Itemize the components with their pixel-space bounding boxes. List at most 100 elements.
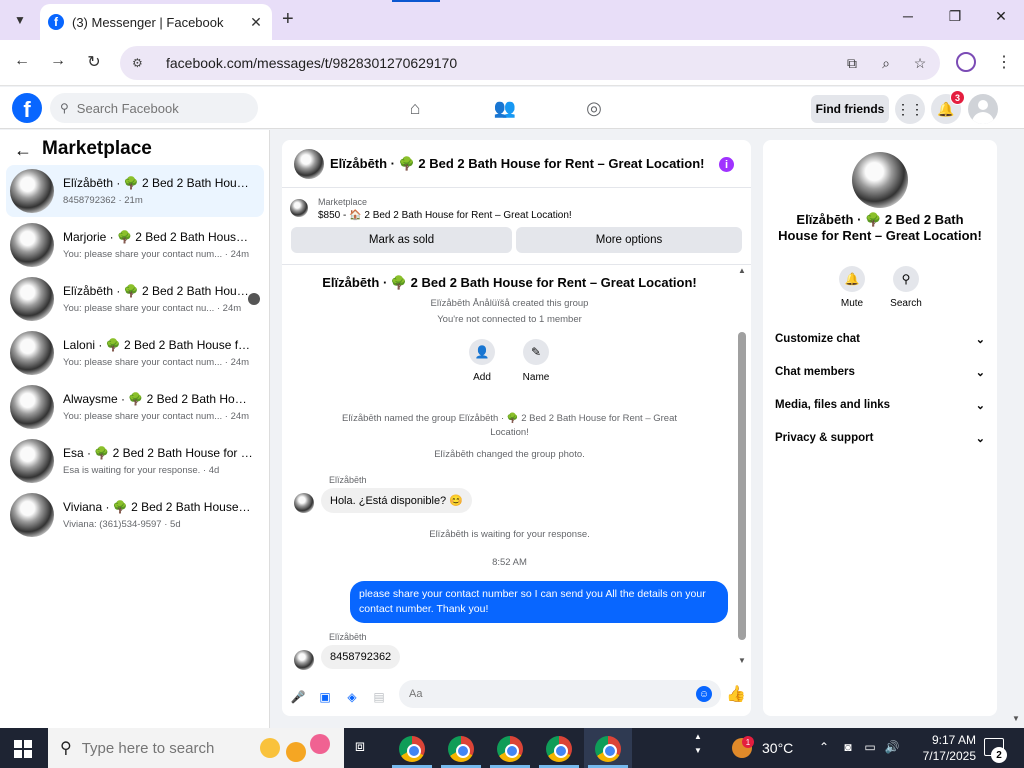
photo-icon[interactable]: ▣ [317, 690, 333, 704]
volume-icon[interactable]: 🔊 [884, 740, 900, 754]
mute-button[interactable]: 🔔 Mute [827, 266, 877, 309]
back-arrow-icon[interactable]: ← [10, 52, 34, 70]
network-icon[interactable]: ▭ [862, 740, 878, 754]
conversation-item[interactable]: Viviana · 🌳 2 Bed 2 Bath House for Rent … [6, 489, 264, 541]
taskbar-scroll-arrows-icon[interactable]: ▲ ▼ [694, 730, 702, 758]
chat-members-section[interactable]: Chat members ⌄ [775, 361, 985, 383]
message-timestamp: 8:52 AM [492, 557, 527, 568]
page-scroll-down-arrow-icon[interactable]: ▼ [1012, 714, 1020, 723]
system-message: Elïzåbēth is waiting for your response. [429, 529, 590, 540]
chat-header[interactable]: Elïzåbēth · 🌳 2 Bed 2 Bath House for Ren… [282, 140, 751, 188]
facebook-search-input[interactable] [76, 100, 237, 116]
profile-icon[interactable] [956, 52, 976, 72]
find-friends-button[interactable]: Find friends [811, 95, 889, 123]
add-person-icon: 👤 [469, 339, 495, 365]
add-member-button[interactable]: 👤 Add [457, 339, 507, 383]
sender-avatar[interactable] [294, 493, 314, 513]
tab-close-icon[interactable]: ✕ [248, 14, 264, 31]
task-view-icon[interactable]: ⧈ [350, 738, 370, 756]
incoming-message[interactable]: Hola. ¿Está disponible? 😊 [321, 488, 472, 513]
gif-icon[interactable]: ▤ [371, 690, 387, 704]
conversation-name: Elïzåbēth · 🌳 2 Bed 2 Bath House for Ren… [63, 176, 253, 190]
browser-address-bar: ← → ↻ ⚙ facebook.com/messages/t/98283012… [0, 40, 1024, 86]
incoming-message[interactable]: 8458792362 [321, 645, 401, 669]
listing-title[interactable]: $850 - 🏠 2 Bed 2 Bath House for Rent – G… [318, 210, 572, 221]
chrome-icon[interactable] [448, 736, 474, 762]
chevron-down-icon: ⌄ [975, 399, 985, 412]
avatar [294, 148, 324, 179]
media-files-links-section[interactable]: Media, files and links ⌄ [775, 394, 985, 416]
chat-header-name[interactable]: Elïzåbēth · 🌳 2 Bed 2 Bath House for Ren… [330, 156, 704, 172]
chrome-icon[interactable] [546, 736, 572, 762]
pencil-icon: ✎ [523, 339, 549, 365]
back-arrow-icon[interactable]: ← [14, 140, 32, 161]
minimize-icon[interactable]: ─ [896, 8, 920, 24]
chrome-icon[interactable] [399, 736, 425, 762]
omnibox[interactable]: ⚙ facebook.com/messages/t/98283012706291… [120, 46, 940, 80]
tab-search-icon[interactable]: ▼ [6, 8, 34, 32]
browser-tab[interactable]: f (3) Messenger | Facebook ✕ [40, 4, 272, 40]
microphone-icon[interactable]: 🎤 [290, 690, 306, 704]
chat-scrollbar[interactable] [738, 332, 746, 640]
facebook-search-box[interactable]: ⚲ [50, 93, 258, 123]
outgoing-message[interactable]: please share your contact number so I ca… [350, 581, 728, 623]
emoji-icon[interactable]: ☺ [696, 686, 712, 702]
more-options-button[interactable]: More options [516, 227, 742, 253]
windows-start-icon[interactable] [14, 740, 32, 758]
conversation-name: Marjorie · 🌳 2 Bed 2 Bath House for Rent… [63, 230, 253, 244]
scroll-up-arrow-icon[interactable]: ▲ [738, 266, 746, 275]
sticker-icon[interactable]: ◈ [344, 690, 360, 704]
scroll-down-arrow-icon[interactable]: ▼ [738, 656, 746, 665]
facebook-logo-icon[interactable]: f [12, 93, 42, 123]
search-button[interactable]: ⚲ Search [881, 266, 931, 309]
emoji-face-icon [260, 738, 280, 758]
new-tab-plus-icon[interactable]: + [282, 8, 294, 30]
zoom-icon[interactable]: ⌕ [878, 55, 894, 72]
privacy-support-section[interactable]: Privacy & support ⌄ [775, 427, 985, 449]
account-avatar[interactable] [968, 94, 998, 124]
groups-icon[interactable]: ◎ [583, 97, 605, 119]
system-clock[interactable]: 9:17 AM 7/17/2025 [900, 732, 976, 764]
chrome-icon[interactable] [595, 736, 621, 762]
clock-time: 9:17 AM [931, 733, 976, 747]
customize-chat-section[interactable]: Customize chat ⌄ [775, 328, 985, 350]
group-avatar[interactable] [852, 152, 908, 208]
home-icon[interactable]: ⌂ [404, 97, 426, 119]
conversation-item[interactable]: Alwaysme · 🌳 2 Bed 2 Bath House for Rent… [6, 381, 264, 433]
reload-icon[interactable]: ↻ [82, 52, 106, 72]
mark-as-sold-button[interactable]: Mark as sold [291, 227, 512, 253]
message-input[interactable] [409, 688, 679, 700]
camera-icon[interactable]: ◙ [840, 740, 856, 754]
window-close-icon[interactable]: ✕ [989, 8, 1013, 25]
avatar [10, 223, 54, 267]
chevron-up-icon[interactable]: ⌃ [816, 740, 832, 754]
url-text[interactable]: facebook.com/messages/t/9828301270629170 [166, 55, 826, 71]
taskbar-search-input[interactable] [81, 739, 252, 757]
chrome-icon[interactable] [497, 736, 523, 762]
name-group-button[interactable]: ✎ Name [511, 339, 561, 383]
friends-icon[interactable]: 👥 [494, 97, 516, 119]
system-message: Location! [490, 427, 529, 438]
system-message: Elïzåbēth named the group Elïzåbēth · 🌳 … [341, 413, 678, 424]
conversation-preview: You: please share your contact num... · … [63, 249, 250, 260]
sender-avatar[interactable] [294, 650, 314, 670]
conversation-item[interactable]: Elïzåbēth · 🌳 2 Bed 2 Bath House for Ren… [6, 165, 264, 217]
restore-icon[interactable]: ❐ [943, 8, 967, 25]
temperature[interactable]: 30°C [762, 740, 793, 756]
thumbs-up-icon[interactable]: 👍 [726, 684, 746, 704]
conversation-item[interactable]: Esa · 🌳 2 Bed 2 Bath House for Rent – Gr… [6, 435, 264, 487]
section-label: Media, files and links [775, 399, 891, 411]
message-input-box[interactable] [399, 680, 721, 708]
conversation-item[interactable]: Marjorie · 🌳 2 Bed 2 Bath House for Rent… [6, 219, 264, 271]
notification-count-badge: 2 [991, 747, 1007, 763]
install-app-icon[interactable]: ⧉ [844, 55, 860, 72]
site-info-icon[interactable]: ⚙ [132, 56, 150, 70]
conversation-item[interactable]: Laloni · 🌳 2 Bed 2 Bath House for Rent –… [6, 327, 264, 379]
star-icon[interactable]: ☆ [912, 55, 928, 72]
forward-arrow-icon[interactable]: → [46, 52, 70, 70]
conversation-item[interactable]: Elïzåbēth · 🌳 2 Bed 2 Bath House for Ren… [6, 273, 264, 325]
facebook-favicon-icon: f [48, 14, 64, 30]
kebab-menu-icon[interactable]: ⋮ [996, 52, 1012, 72]
menu-grid-icon[interactable]: ⋮⋮ [895, 94, 925, 124]
info-icon[interactable]: i [719, 157, 734, 172]
